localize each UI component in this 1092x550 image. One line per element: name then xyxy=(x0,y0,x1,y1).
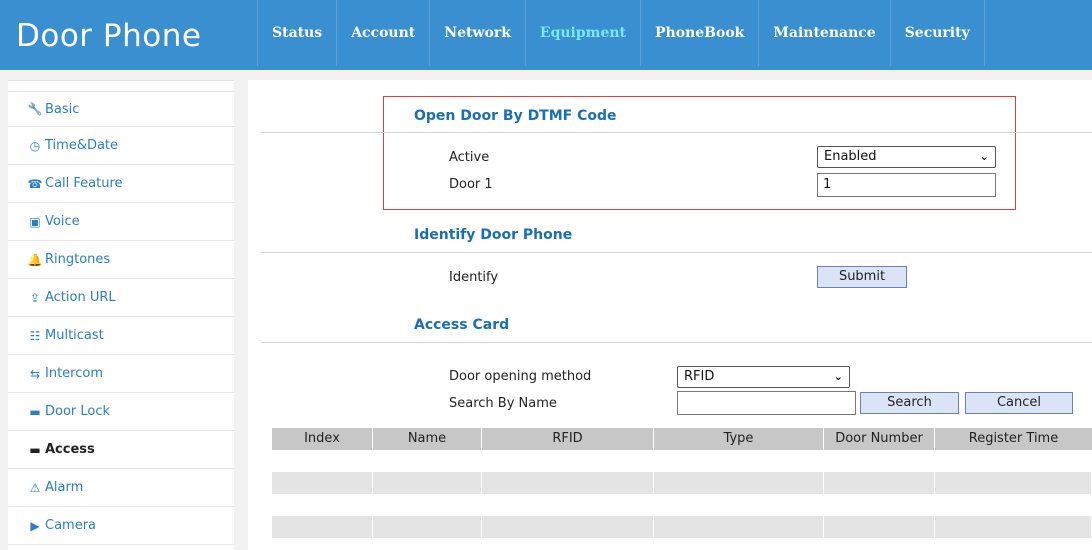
chevron-down-icon: ⌄ xyxy=(979,150,989,163)
table-row xyxy=(272,516,1092,538)
sidebar-item-basic[interactable]: 🔧 Basic xyxy=(8,91,234,127)
search-name-input[interactable] xyxy=(677,391,856,415)
warning-icon: ⚠ xyxy=(29,480,41,495)
top-bar: Door Phone Status Account Network Equipm… xyxy=(0,0,1092,70)
nav-network[interactable]: Network xyxy=(429,0,525,66)
column-header-name[interactable]: Name xyxy=(373,428,482,450)
nav-security[interactable]: Security xyxy=(889,0,985,66)
method-select[interactable]: RFID ⌄ xyxy=(677,366,850,388)
cancel-button[interactable]: Cancel xyxy=(965,392,1073,414)
table-header: Index Name RFID Type Door Number Registe… xyxy=(272,428,1092,450)
lock-icon: ▬ xyxy=(29,404,41,419)
phone-icon: ☎ xyxy=(27,176,43,191)
section-divider xyxy=(261,342,1092,343)
sidebar-item-label: Basic xyxy=(45,101,80,117)
sidebar-item-label: Multicast xyxy=(45,328,104,343)
sidebar-item-label: Camera xyxy=(45,518,97,533)
sidebar-item-label: Time&Date xyxy=(45,138,119,153)
sidebar-item-multicast[interactable]: ☷ Multicast xyxy=(8,317,234,355)
main-nav: Status Account Network Equipment PhoneBo… xyxy=(257,0,985,66)
column-header-rfid[interactable]: RFID xyxy=(482,428,654,450)
sidebar-item-door-lock[interactable]: ▬ Door Lock xyxy=(8,393,234,431)
section-title-dtmf: Open Door By DTMF Code xyxy=(414,108,617,124)
section-divider xyxy=(261,132,1092,133)
search-name-label: Search By Name xyxy=(449,396,557,411)
section-title-identify: Identify Door Phone xyxy=(414,227,573,243)
submit-button[interactable]: Submit xyxy=(817,266,907,288)
clock-icon: ◷ xyxy=(29,138,41,153)
sidebar-item-access[interactable]: ▬ Access xyxy=(8,431,234,469)
sidebar-item-ringtones[interactable]: 🔔 Ringtones xyxy=(8,241,234,279)
sidebar-item-alarm[interactable]: ⚠ Alarm xyxy=(8,469,234,507)
upload-icon: ⇪ xyxy=(29,290,41,305)
bell-icon: 🔔 xyxy=(27,252,43,267)
sidebar-item-label: Call Feature xyxy=(45,176,123,191)
voicemail-icon: ▣ xyxy=(29,214,41,229)
table-row xyxy=(272,472,1092,494)
method-select-value: RFID xyxy=(684,369,715,384)
sidebar-item-label: Alarm xyxy=(45,480,84,495)
active-label: Active xyxy=(449,150,490,165)
wrench-icon: 🔧 xyxy=(27,102,43,116)
active-select-value: Enabled xyxy=(824,149,877,164)
table-row xyxy=(272,450,1092,472)
search-button[interactable]: Search xyxy=(860,392,959,414)
active-select[interactable]: Enabled ⌄ xyxy=(817,146,996,168)
column-header-register-time[interactable]: Register Time xyxy=(935,428,1092,450)
sidebar-item-call-feature[interactable]: ☎ Call Feature xyxy=(8,165,234,203)
nav-phonebook[interactable]: PhoneBook xyxy=(640,0,758,66)
nav-status[interactable]: Status xyxy=(257,0,336,66)
column-header-index[interactable]: Index xyxy=(272,428,373,450)
door1-input[interactable]: 1 xyxy=(817,173,996,197)
sidebar-item-time-date[interactable]: ◷ Time&Date xyxy=(8,127,234,165)
sidebar-item-voice[interactable]: ▣ Voice xyxy=(8,203,234,241)
sidebar-item-label: Ringtones xyxy=(45,252,111,267)
chevron-down-icon: ⌄ xyxy=(833,370,843,383)
sidebar-item-label: Voice xyxy=(45,214,80,229)
main-panel: Open Door By DTMF Code Active Enabled ⌄ … xyxy=(248,80,1092,550)
sidebar-item-label: Access xyxy=(45,442,95,457)
door1-label: Door 1 xyxy=(449,177,493,192)
group-icon: ☷ xyxy=(29,328,41,343)
card-icon: ▬ xyxy=(29,442,41,457)
table-row xyxy=(272,494,1092,516)
sidebar: 🔧 Basic ◷ Time&Date ☎ Call Feature ▣ Voi… xyxy=(8,80,234,550)
sidebar-item-action-url[interactable]: ⇪ Action URL xyxy=(8,279,234,317)
video-icon: ▶ xyxy=(30,518,40,533)
nav-maintenance[interactable]: Maintenance xyxy=(758,0,889,66)
nav-equipment[interactable]: Equipment xyxy=(524,0,640,66)
identify-label: Identify xyxy=(449,270,499,285)
access-card-table: Index Name RFID Type Door Number Registe… xyxy=(272,428,1092,538)
method-label: Door opening method xyxy=(449,369,592,384)
column-header-door-number[interactable]: Door Number xyxy=(824,428,935,450)
brand-title: Door Phone xyxy=(16,18,202,54)
sidebar-item-label: Action URL xyxy=(45,290,116,305)
sidebar-item-label: Intercom xyxy=(45,366,103,381)
swap-icon: ⇆ xyxy=(29,366,41,381)
section-title-access-card: Access Card xyxy=(414,317,510,333)
column-header-type[interactable]: Type xyxy=(654,428,824,450)
sidebar-item-label: Door Lock xyxy=(45,404,111,419)
sidebar-item-camera[interactable]: ▶ Camera xyxy=(8,507,234,545)
section-divider xyxy=(261,252,1092,253)
sidebar-item-intercom[interactable]: ⇆ Intercom xyxy=(8,355,234,393)
nav-account[interactable]: Account xyxy=(336,0,429,66)
